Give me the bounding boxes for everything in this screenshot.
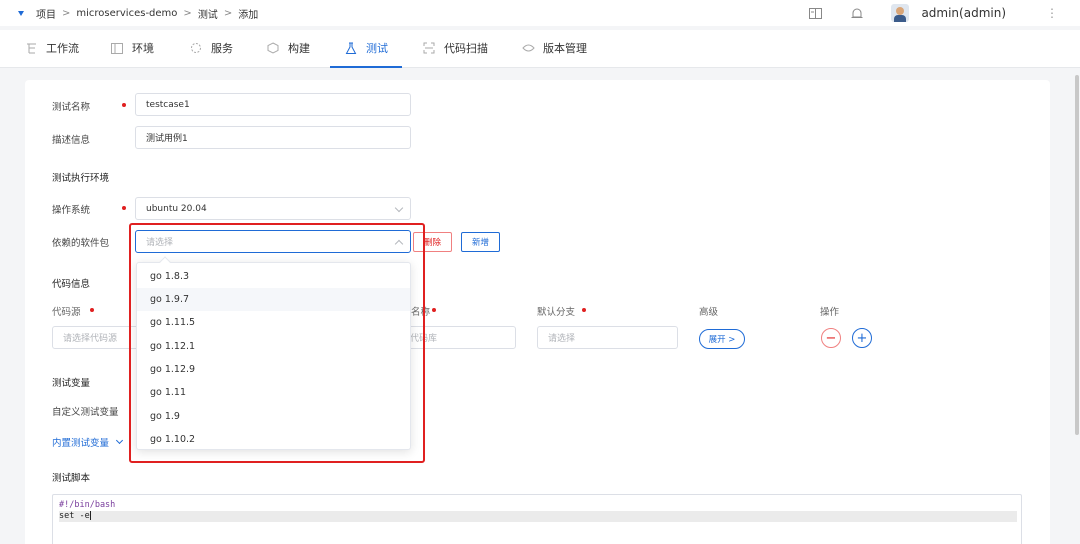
tab-test-label: 测试 [366,42,388,55]
top-bar: 项目 > microservices-demo > 测试 > 添加 admin(… [0,0,1080,26]
branch-placeholder: 请选择 [548,334,576,344]
tab-version-label: 版本管理 [543,42,587,55]
text-cursor [89,511,91,520]
vars-section-title: 测试变量 [52,378,91,389]
docs-icon[interactable] [807,5,823,21]
breadcrumb-test[interactable]: 测试 [198,6,218,21]
tab-test[interactable]: 测试 [344,40,388,56]
script-section-title: 测试脚本 [52,473,91,484]
custom-vars-label: 自定义测试变量 [52,407,119,418]
tab-build[interactable]: 构建 [266,40,310,56]
test-name-value: testcase1 [146,99,190,110]
tab-code-scan[interactable]: 代码扫描 [422,40,488,56]
default-branch-label: 默认分支 [537,307,576,318]
more-menu-icon[interactable]: ⋮ [1046,6,1058,20]
tab-workflow-label: 工作流 [46,42,79,55]
required-marker [582,308,586,312]
breadcrumb-separator: > [62,8,71,19]
builtin-vars-label: 内置测试变量 [52,438,110,449]
test-name-input[interactable]: testcase1 [135,93,411,116]
os-value: ubuntu 20.04 [146,203,207,214]
code-source-placeholder: 请选择代码源 [63,334,118,344]
username[interactable]: admin(admin) [921,6,1006,20]
required-marker [432,308,436,312]
deps-label: 依赖的软件包 [52,238,110,249]
script-editor[interactable]: #!/bin/bash set -e [52,494,1022,544]
scan-icon [422,41,436,55]
remove-row-button[interactable]: − [821,328,841,348]
code-section-title: 代码信息 [52,279,91,290]
avatar[interactable] [891,4,910,22]
tab-environment[interactable]: 环境 [110,40,154,56]
script-line-1: #!/bin/bash [59,500,116,510]
module-nav: 工作流 环境 服务 构建 测试 代码扫描 版本管理 [0,30,1080,68]
branch-select[interactable]: 请选择 [537,326,678,349]
expand-button[interactable]: 展开 > [699,329,745,349]
script-line-2: set -e [59,511,1017,522]
required-marker [90,308,94,312]
code-source-label: 代码源 [52,307,81,318]
os-label: 操作系统 [52,205,91,216]
version-icon [521,41,535,55]
chevron-down-icon [115,436,124,445]
description-input[interactable]: 测试用例1 [135,126,411,149]
breadcrumb-separator: > [223,8,233,19]
description-value: 测试用例1 [146,134,188,144]
description-label: 描述信息 [52,135,91,146]
tab-environment-label: 环境 [132,42,154,55]
breadcrumb: 项目 > microservices-demo > 测试 > 添加 [18,6,258,21]
collapse-triangle-icon[interactable] [18,11,24,16]
annotation-highlight-box [129,223,425,463]
breadcrumb-separator: > [183,8,192,19]
add-row-button[interactable]: + [852,328,872,348]
minus-icon: − [825,330,837,346]
breadcrumb-add: 添加 [238,10,259,21]
workflow-icon [24,41,38,55]
service-icon [189,41,203,55]
action-label: 操作 [820,307,840,318]
tab-version[interactable]: 版本管理 [521,40,587,56]
breadcrumb-project[interactable]: 项目 [36,6,56,21]
tab-workflow[interactable]: 工作流 [24,40,79,56]
tab-build-label: 构建 [288,42,310,55]
tab-service-label: 服务 [211,42,233,55]
env-section-title: 测试执行环境 [52,173,110,184]
required-marker [122,103,126,107]
os-select[interactable]: ubuntu 20.04 [135,197,411,220]
advanced-label: 高级 [699,307,719,318]
required-marker [122,206,126,210]
chevron-down-icon [394,203,404,213]
build-icon [266,41,280,55]
active-tab-underline [330,66,402,68]
tab-service[interactable]: 服务 [189,40,233,56]
builtin-vars-toggle[interactable]: 内置测试变量 [52,435,124,449]
breadcrumb-project-name[interactable]: microservices-demo [76,8,177,19]
scrollbar-thumb[interactable] [1075,75,1079,435]
flask-icon [344,41,358,55]
add-button[interactable]: 新增 [461,232,500,252]
test-name-label: 测试名称 [52,102,91,113]
bell-icon[interactable] [849,5,865,21]
script-line-2-text: set -e [59,511,90,521]
plus-icon: + [856,330,868,346]
environment-icon [110,41,124,55]
tab-code-scan-label: 代码扫描 [444,42,488,55]
